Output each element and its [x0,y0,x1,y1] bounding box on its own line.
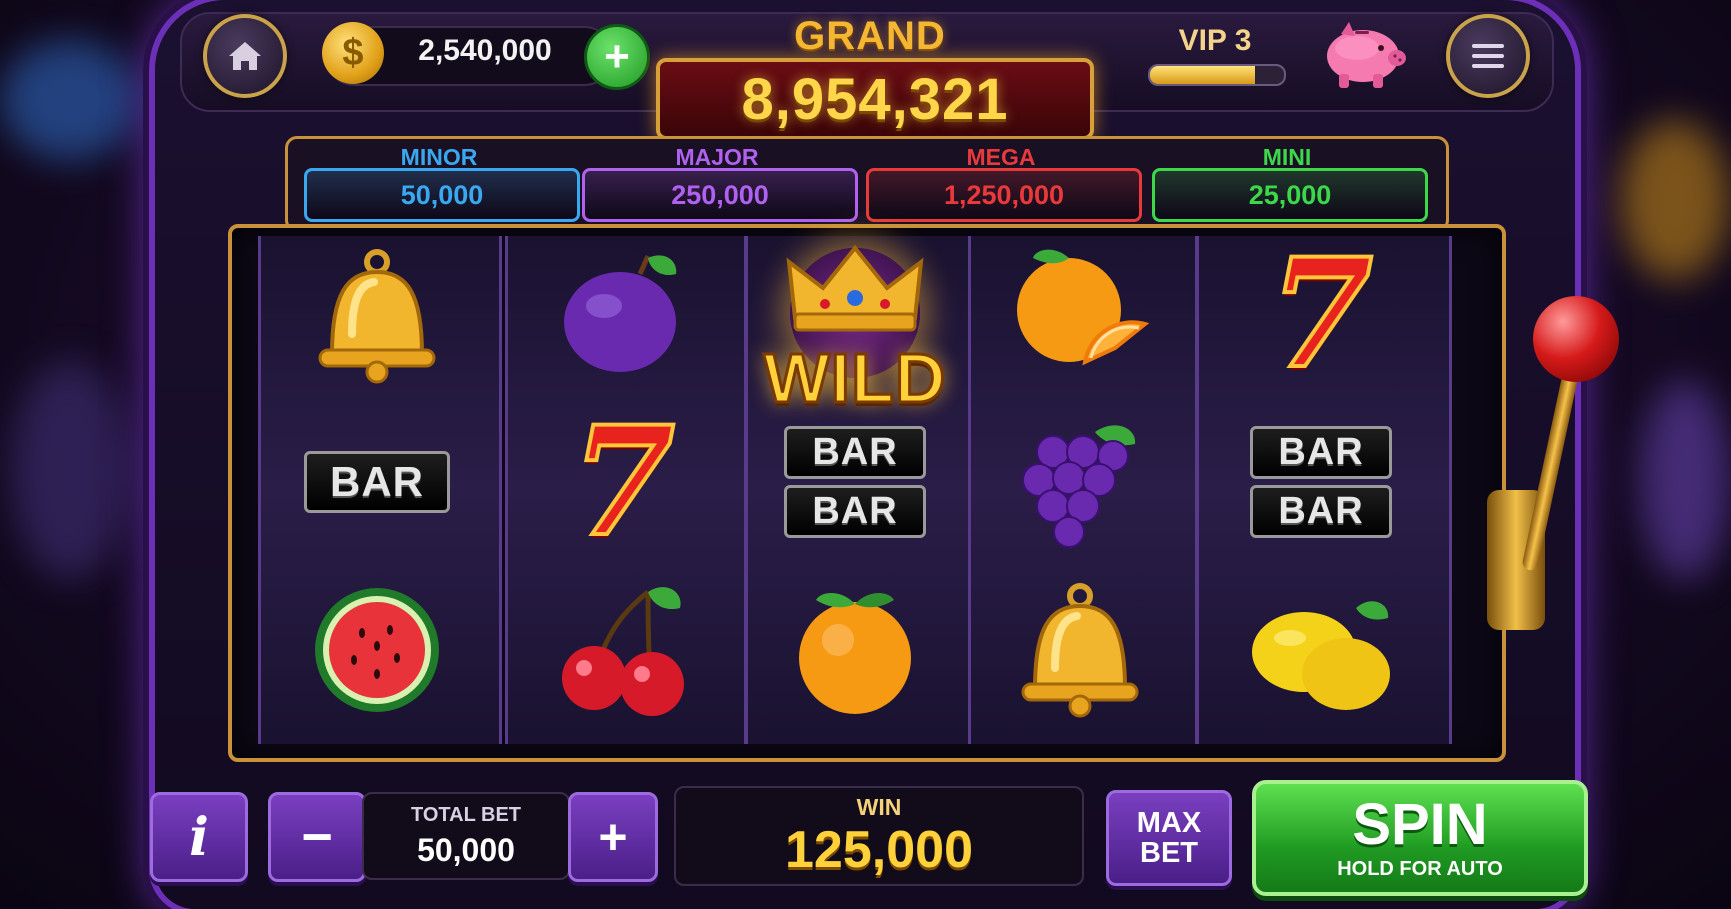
coin-balance: 2,540,000 [418,34,552,67]
reel-4-symbol-2 [1005,412,1155,552]
reel-4-symbol-3 [1005,578,1155,718]
reel-5-symbol-3 [1246,578,1396,718]
increase-bet-button[interactable]: + [568,792,658,882]
reel-4-symbol-1 [1005,244,1155,384]
grand-jackpot-box: 8,954,321 [656,58,1094,140]
bar-symbol-top: BAR [1250,426,1392,479]
cherries-icon [562,587,684,716]
info-button[interactable]: i [150,792,248,882]
reel-2-symbol-3 [548,578,698,718]
reel-1-symbol-2: BAR [302,412,452,552]
spin-label: SPIN [1352,791,1488,857]
orange-with-slice-icon [1017,249,1150,366]
plus-icon: + [604,32,630,81]
max-bet-button[interactable]: MAX BET [1106,790,1232,886]
home-button[interactable] [203,14,287,98]
seven-symbol: 7 [569,394,677,570]
reel-2-symbol-1 [548,244,698,384]
vip-progress-fill [1150,66,1255,84]
reel-1-symbol-3 [302,578,452,718]
wild-symbol: WILD [750,238,960,428]
grand-jackpot-value: 8,954,321 [741,66,1009,132]
vip-level: VIP 3 [1178,24,1252,57]
bar-symbol-bottom: BAR [784,485,926,538]
reel-5-symbol-1: 7 [1246,237,1396,391]
reel-3-symbol-3 [780,578,930,718]
jackpot-mega-label: MEGA [966,144,1036,170]
jackpot-mega-value: 1,250,000 [866,168,1142,222]
win-label: WIN [856,794,902,820]
max-bet-label-line2: BET [1140,837,1198,869]
bell-icon [318,249,436,384]
plum-icon [564,254,677,372]
max-bet-label-line1: MAX [1136,806,1202,839]
dollar-coin-icon: $ [322,22,384,84]
reel-3-symbol-2: BAR BAR [780,412,930,552]
total-bet-value: 50,000 [417,832,515,868]
home-icon [229,42,261,70]
minus-icon: − [301,807,333,867]
menu-button[interactable] [1446,14,1530,98]
reel-1-symbol-1 [302,244,452,384]
double-bar-symbol: BAR BAR [784,426,926,538]
add-coins-button[interactable]: + [584,24,650,90]
bar-symbol-bottom: BAR [1250,485,1392,538]
seven-symbol: 7 [1267,226,1375,402]
total-bet-panel: TOTAL BET 50,000 [362,792,570,880]
win-value: 125,000 [785,821,973,879]
lever-handle[interactable] [1533,296,1619,382]
background-sign-glow [0,40,140,160]
reel-5-symbol-2: BAR BAR [1246,412,1396,552]
crown-icon [786,244,924,332]
spin-button[interactable]: SPIN HOLD FOR AUTO [1252,780,1588,896]
win-panel: WIN 125,000 [674,786,1084,886]
bar-symbol-top: BAR [784,426,926,479]
decrease-bet-button[interactable]: − [268,792,366,882]
reel-3-symbol-1: WILD [750,238,960,428]
plus-icon: + [598,809,628,865]
bar-symbol: BAR [304,451,450,513]
jackpot-major-value: 250,000 [582,168,858,222]
background-chandelier-glow [1620,120,1730,280]
jackpot-mini-value: 25,000 [1152,168,1428,222]
jackpot-minor-value: 50,000 [304,168,580,222]
menu-icon [1472,44,1504,68]
wild-label: WILD [762,338,947,419]
watermelon-icon [315,588,439,712]
grapes-icon [1022,425,1136,548]
double-bar-symbol: BAR BAR [1250,426,1392,538]
jackpot-mini-label: MINI [1262,144,1312,170]
piggy-bank-icon[interactable] [1315,18,1407,90]
spin-sublabel: HOLD FOR AUTO [1337,857,1503,880]
vip-progress-bar [1148,64,1286,86]
orange-icon [799,593,911,714]
jackpot-major-label: MAJOR [675,144,759,170]
background-slot-glow [10,360,130,580]
info-icon: i [189,806,209,868]
jackpot-minor-label: MINOR [400,144,478,170]
bell-icon [1021,583,1139,718]
total-bet-label: TOTAL BET [411,804,521,826]
background-slot-glow-right [1640,380,1730,580]
reel-2-symbol-2: 7 [548,405,698,559]
lemons-icon [1252,601,1390,710]
grand-jackpot-label: GRAND [794,14,946,58]
